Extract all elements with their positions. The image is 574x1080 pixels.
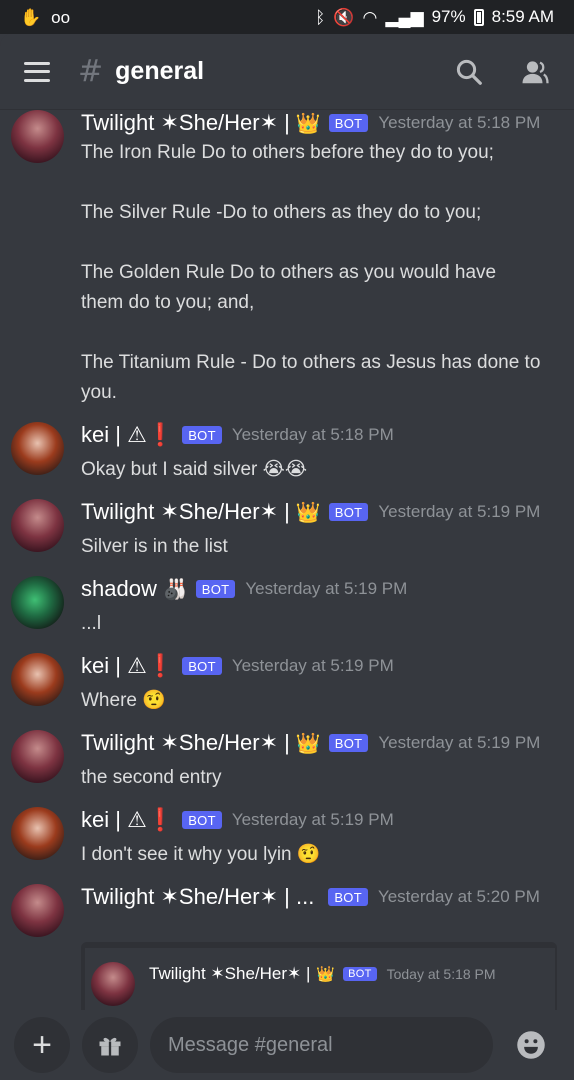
bot-badge: BOT <box>328 734 369 752</box>
battery-icon <box>473 8 484 26</box>
timestamp: Yesterday at 5:18 PM <box>378 113 541 132</box>
battery-level: 97% <box>431 7 466 26</box>
timestamp: Yesterday at 5:19 PM <box>378 502 541 521</box>
username[interactable]: Twilight ✶She/Her✶ | <box>81 110 290 136</box>
avatar[interactable] <box>11 653 64 706</box>
status-bar: ✋ oo ᛒ 🔇 ◠ ▂▄▆ 97% 8:59 AM <box>0 0 574 34</box>
members-icon[interactable] <box>520 57 550 87</box>
avatar[interactable] <box>11 730 64 783</box>
crown-icon: 👑 <box>295 501 321 524</box>
message-text: Okay but I said silver 😭😭 <box>81 459 308 480</box>
message-text: Silver is in the list <box>81 536 228 557</box>
crown-icon: 👑 <box>295 732 321 755</box>
username[interactable]: kei | ⚠❗ <box>81 422 174 448</box>
signal-icon: ▂▄▆ <box>385 7 424 27</box>
plus-icon: + <box>32 1026 52 1064</box>
timestamp: Yesterday at 5:19 PM <box>231 810 394 829</box>
voicemail-icon: oo <box>51 7 71 27</box>
bot-badge: BOT <box>195 580 236 598</box>
gift-button[interactable] <box>82 1017 138 1073</box>
timestamp: Yesterday at 5:18 PM <box>231 425 394 444</box>
avatar[interactable] <box>11 884 64 937</box>
mute-icon: 🔇 <box>333 7 355 27</box>
bot-badge: BOT <box>328 114 369 132</box>
timestamp: Yesterday at 5:19 PM <box>378 733 541 752</box>
hand-icon: ✋ <box>20 7 42 27</box>
username[interactable]: shadow <box>81 576 157 602</box>
message-text: ...l <box>81 613 102 634</box>
message-list[interactable]: Twilight ✶She/Her✶ | 👑 BOT Yesterday at … <box>0 110 574 1010</box>
timestamp: Yesterday at 5:20 PM <box>377 887 540 906</box>
bot-badge: BOT <box>182 811 222 829</box>
bot-badge: BOT <box>328 503 369 521</box>
bowling-icon: 🎳 <box>162 578 188 601</box>
message-text: the second entry <box>81 767 222 788</box>
avatar[interactable] <box>11 499 64 552</box>
bluetooth-icon: ᛒ <box>315 7 326 27</box>
bot-badge: BOT <box>328 888 368 906</box>
channel-header: # general <box>0 34 574 110</box>
message-text: The Iron Rule Do to others before they d… <box>81 142 541 403</box>
clock: 8:59 AM <box>491 7 554 26</box>
message-embed[interactable]: Twilight ✶She/Her✶ | 👑 BOT Today at 5:18… <box>81 942 557 1010</box>
add-attachment-button[interactable]: + <box>14 1017 70 1073</box>
wifi-icon: ◠ <box>362 7 378 27</box>
avatar[interactable] <box>11 807 64 860</box>
bot-badge: BOT <box>182 657 222 675</box>
search-icon[interactable] <box>454 57 484 87</box>
bot-badge: BOT <box>182 426 222 444</box>
timestamp: Yesterday at 5:19 PM <box>245 579 408 598</box>
crown-icon: 👑 <box>316 966 336 983</box>
message-text: Where 🤨 <box>81 690 166 711</box>
embed-username: Twilight ✶She/Her✶ | <box>149 964 311 983</box>
avatar[interactable] <box>11 422 64 475</box>
crown-icon: 👑 <box>295 112 321 135</box>
channel-title: general <box>115 57 205 85</box>
bot-badge: BOT <box>343 967 377 981</box>
avatar[interactable] <box>11 576 64 629</box>
username[interactable]: Twilight ✶She/Her✶ | <box>81 730 290 756</box>
avatar[interactable] <box>11 110 64 163</box>
avatar <box>91 962 135 1006</box>
username[interactable]: kei | ⚠❗ <box>81 807 174 833</box>
username[interactable]: Twilight ✶She/Her✶ | ... <box>81 884 314 910</box>
gift-icon <box>99 1037 121 1056</box>
message-text: I don't see it why you lyin 🤨 <box>81 844 321 865</box>
timestamp: Today at 5:18 PM <box>386 966 496 982</box>
timestamp: Yesterday at 5:19 PM <box>231 656 394 675</box>
username[interactable]: kei | ⚠❗ <box>81 653 174 679</box>
menu-icon[interactable] <box>24 61 50 82</box>
message-input[interactable] <box>150 1017 493 1073</box>
message-composer: + <box>0 1010 574 1080</box>
hash-icon: # <box>78 54 104 89</box>
emoji-picker-icon[interactable] <box>516 1030 546 1060</box>
username[interactable]: Twilight ✶She/Her✶ | <box>81 499 290 525</box>
